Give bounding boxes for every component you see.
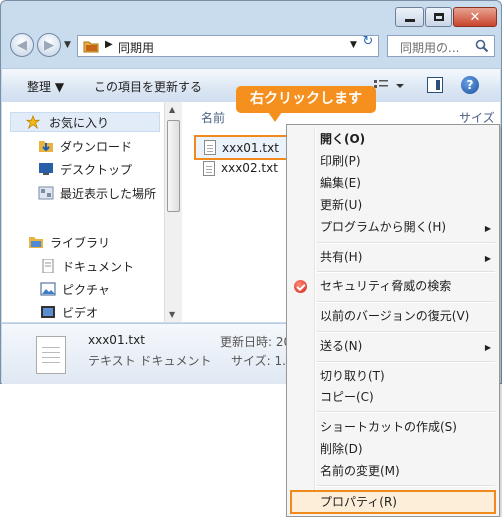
file-item-selected[interactable]: xxx01.txt (194, 135, 288, 160)
sidebar-item-label: デスクトップ (60, 162, 133, 177)
menu-item-share[interactable]: 共有(H) (320, 247, 362, 267)
sidebar-item-videos[interactable]: ビデオ (40, 302, 98, 322)
back-arrow-icon: ◀ (17, 37, 27, 53)
download-folder-icon (39, 141, 53, 152)
recent-places-icon (38, 186, 54, 200)
file-name: xxx02.txt (221, 161, 278, 175)
star-icon (25, 115, 41, 129)
menu-separator (317, 301, 495, 303)
navigation-scrollbar[interactable]: ▲ ▼ (164, 102, 182, 322)
menu-item-security-scan[interactable]: セキュリティ脅威の検索 (320, 276, 451, 296)
forward-arrow-icon: ▶ (44, 37, 54, 53)
menu-item-properties[interactable]: プロパティ(R) (320, 492, 397, 512)
text-file-icon (204, 140, 216, 155)
sidebar-item-label: ピクチャ (62, 282, 110, 297)
menu-item-edit[interactable]: 編集(E) (320, 173, 361, 193)
maximize-icon (433, 13, 444, 21)
instruction-callout: 右クリックします (236, 86, 376, 122)
context-menu: 開く(O) 印刷(P) 編集(E) 更新(U) プログラムから開く(H) ▶ 共… (286, 124, 500, 517)
sidebar-item-downloads[interactable]: ダウンロード (38, 136, 132, 156)
navigation-bar: ◀ ▶ ▼ ▶ 同期用 ▼ ↻ 同期用の... (1, 32, 501, 60)
preview-pane-icon[interactable] (427, 77, 443, 93)
submenu-arrow-icon: ▶ (484, 254, 491, 263)
update-item-button[interactable]: この項目を更新する (94, 78, 202, 95)
sidebar-item-label: ドキュメント (62, 259, 135, 274)
sidebar-item-favorites[interactable]: お気に入り (10, 112, 160, 132)
back-button[interactable]: ◀ (10, 33, 34, 57)
details-file-type: テキスト ドキュメント (88, 354, 212, 368)
folder-icon (83, 41, 99, 53)
menu-item-update[interactable]: 更新(U) (320, 195, 362, 215)
desktop-icon (39, 163, 53, 175)
sidebar-item-label: ビデオ (62, 305, 99, 320)
close-button[interactable]: ✕ (453, 7, 497, 27)
security-shield-icon (294, 280, 307, 293)
help-icon[interactable]: ? (461, 76, 479, 94)
menu-item-open-with[interactable]: プログラムから開く(H) (320, 217, 446, 237)
minimize-icon (404, 18, 415, 22)
views-icon[interactable] (374, 78, 404, 94)
search-icon[interactable] (475, 39, 489, 53)
menu-separator (317, 242, 495, 244)
sidebar-item-label: ダウンロード (60, 139, 133, 154)
library-icon (29, 237, 43, 248)
history-dropdown-icon[interactable]: ▼ (64, 40, 74, 50)
scroll-up-icon[interactable]: ▲ (169, 105, 175, 114)
menu-item-restore-previous[interactable]: 以前のバージョンの復元(V) (320, 306, 469, 326)
breadcrumb-chevron-icon: ▶ (105, 39, 113, 50)
menu-item-open[interactable]: 開く(O) (320, 129, 365, 149)
navigation-pane: お気に入り ダウンロード デスクトップ 最近表示した場所 ライブラリ ドキュメン… (2, 102, 162, 322)
menu-separator (317, 331, 495, 333)
details-modified: 更新日時: 20 (220, 335, 292, 349)
close-icon: ✕ (469, 9, 481, 25)
menu-item-delete[interactable]: 削除(D) (320, 439, 363, 459)
organize-button[interactable]: 整理 ▼ (27, 78, 64, 95)
sidebar-item-recent-places[interactable]: 最近表示した場所 (38, 183, 156, 203)
videos-icon (41, 306, 55, 318)
menu-separator (317, 485, 495, 487)
forward-button[interactable]: ▶ (37, 33, 61, 57)
search-placeholder: 同期用の... (400, 41, 460, 55)
menu-item-copy[interactable]: コピー(C) (320, 387, 374, 407)
address-dropdown-icon[interactable]: ▼ (350, 40, 357, 50)
address-path: 同期用 (118, 41, 155, 55)
submenu-arrow-icon: ▶ (484, 343, 491, 352)
maximize-button[interactable] (425, 7, 452, 27)
sidebar-item-documents[interactable]: ドキュメント (40, 256, 134, 276)
details-size: サイズ: 1.2 (231, 354, 294, 368)
minimize-button[interactable] (395, 7, 424, 27)
file-name: xxx01.txt (222, 140, 279, 155)
file-item[interactable]: xxx02.txt (203, 159, 278, 177)
sidebar-item-label: お気に入り (49, 115, 110, 130)
refresh-icon[interactable]: ↻ (359, 34, 377, 50)
menu-item-print[interactable]: 印刷(P) (320, 151, 361, 171)
menu-separator (317, 361, 495, 363)
menu-item-create-shortcut[interactable]: ショートカットの作成(S) (320, 417, 457, 437)
text-file-icon (203, 160, 215, 176)
search-input[interactable]: 同期用の... (387, 35, 495, 57)
menu-item-send-to[interactable]: 送る(N) (320, 336, 362, 356)
column-header-name[interactable]: 名前 (201, 109, 225, 126)
menu-item-cut[interactable]: 切り取り(T) (320, 366, 385, 386)
sidebar-item-label: 最近表示した場所 (60, 186, 157, 201)
menu-item-rename[interactable]: 名前の変更(M) (320, 461, 400, 481)
sidebar-item-libraries[interactable]: ライブラリ (28, 232, 110, 252)
sidebar-item-pictures[interactable]: ピクチャ (40, 279, 110, 299)
text-document-icon (36, 336, 66, 374)
details-file-name: xxx01.txt (88, 333, 145, 347)
sidebar-item-desktop[interactable]: デスクトップ (38, 159, 132, 179)
documents-icon (42, 259, 54, 273)
pictures-icon (40, 282, 56, 296)
menu-separator (317, 411, 495, 413)
scroll-down-icon[interactable]: ▼ (169, 310, 175, 319)
sidebar-item-label: ライブラリ (50, 235, 111, 250)
menu-separator (317, 271, 495, 273)
submenu-arrow-icon: ▶ (484, 224, 491, 233)
address-bar[interactable]: ▶ 同期用 ▼ (77, 35, 379, 57)
scroll-thumb[interactable] (167, 120, 180, 212)
